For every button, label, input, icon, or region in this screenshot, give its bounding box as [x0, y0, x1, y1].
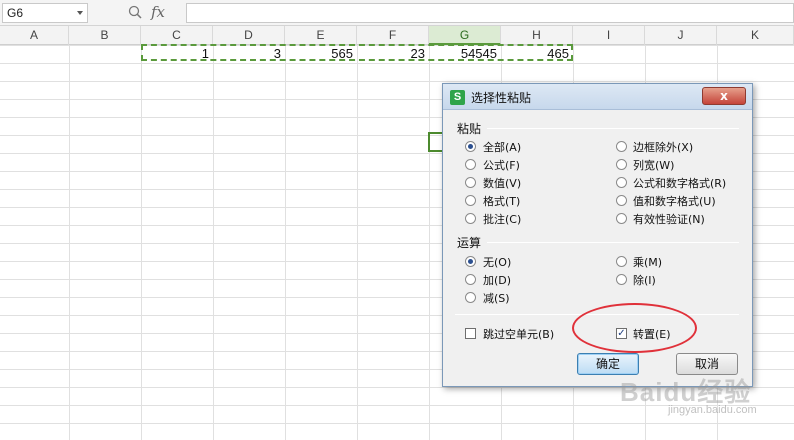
option-label: 批注(C) — [483, 213, 522, 226]
formula-bar: G6 fx — [0, 0, 794, 26]
option-label: 加(D) — [483, 274, 512, 287]
gridline — [141, 45, 142, 440]
radio-paste-formulas[interactable] — [465, 159, 476, 170]
zoom-icon[interactable] — [128, 5, 142, 19]
option-label: 公式(F) — [483, 159, 520, 172]
radio-paste-except-borders[interactable] — [616, 141, 627, 152]
paste-section-label: 粘贴 — [457, 122, 482, 136]
column-header-a[interactable]: A — [0, 26, 69, 45]
radio-paste-all[interactable] — [465, 141, 476, 152]
column-header-h[interactable]: H — [501, 26, 573, 45]
radio-paste-comments[interactable] — [465, 213, 476, 224]
option-label: 公式和数字格式(R) — [633, 177, 727, 190]
option-label: 数值(V) — [483, 177, 522, 190]
gridline — [285, 45, 286, 440]
option-label: 有效性验证(N) — [633, 213, 705, 226]
wps-logo-icon: S — [450, 90, 465, 105]
name-box-value: G6 — [7, 6, 24, 20]
gridline — [69, 45, 70, 440]
gridline — [357, 45, 358, 440]
option-label: 全部(A) — [483, 141, 522, 154]
radio-op-multiply[interactable] — [616, 256, 627, 267]
gridline — [429, 45, 430, 440]
operation-section-label: 运算 — [457, 236, 482, 250]
column-headers: A B C D E F G H I J K — [0, 26, 794, 45]
skip-blanks-label: 跳过空单元(B) — [483, 328, 555, 341]
dialog-titlebar[interactable]: S 选择性粘贴 x — [443, 84, 752, 110]
annotation-ellipse — [572, 303, 697, 353]
option-label: 列宽(W) — [633, 159, 675, 172]
column-header-k[interactable]: K — [717, 26, 794, 45]
option-label: 乘(M) — [633, 256, 663, 269]
column-header-e[interactable]: E — [285, 26, 357, 45]
column-header-b[interactable]: B — [69, 26, 141, 45]
radio-paste-values[interactable] — [465, 177, 476, 188]
radio-op-divide[interactable] — [616, 274, 627, 285]
radio-paste-formulas-number-formats[interactable] — [616, 177, 627, 188]
option-label: 除(I) — [633, 274, 656, 287]
column-header-c[interactable]: C — [141, 26, 213, 45]
radio-paste-values-number-formats[interactable] — [616, 195, 627, 206]
fx-icon[interactable]: fx — [151, 3, 165, 21]
option-label: 无(O) — [483, 256, 512, 269]
radio-op-none[interactable] — [465, 256, 476, 267]
radio-paste-formats[interactable] — [465, 195, 476, 206]
watermark-url: jingyan.baidu.com — [668, 404, 757, 416]
column-header-d[interactable]: D — [213, 26, 285, 45]
radio-paste-validation[interactable] — [616, 213, 627, 224]
column-header-i[interactable]: I — [573, 26, 645, 45]
column-header-f[interactable]: F — [357, 26, 429, 45]
chevron-down-icon[interactable] — [77, 11, 83, 15]
name-box[interactable]: G6 — [2, 3, 88, 23]
option-label: 边框除外(X) — [633, 141, 694, 154]
copy-marquee — [141, 44, 573, 61]
formula-input[interactable] — [186, 3, 794, 23]
divider — [487, 242, 739, 243]
skip-blanks-checkbox[interactable] — [465, 328, 476, 339]
column-header-g[interactable]: G — [429, 26, 501, 45]
divider — [487, 128, 739, 129]
gridline — [213, 45, 214, 440]
radio-paste-column-widths[interactable] — [616, 159, 627, 170]
column-header-j[interactable]: J — [645, 26, 717, 45]
option-label: 格式(T) — [483, 195, 521, 208]
option-label: 减(S) — [483, 292, 510, 305]
radio-op-add[interactable] — [465, 274, 476, 285]
dialog-title: 选择性粘贴 — [471, 91, 532, 105]
option-label: 值和数字格式(U) — [633, 195, 716, 208]
radio-op-subtract[interactable] — [465, 292, 476, 303]
close-button[interactable]: x — [702, 87, 746, 105]
